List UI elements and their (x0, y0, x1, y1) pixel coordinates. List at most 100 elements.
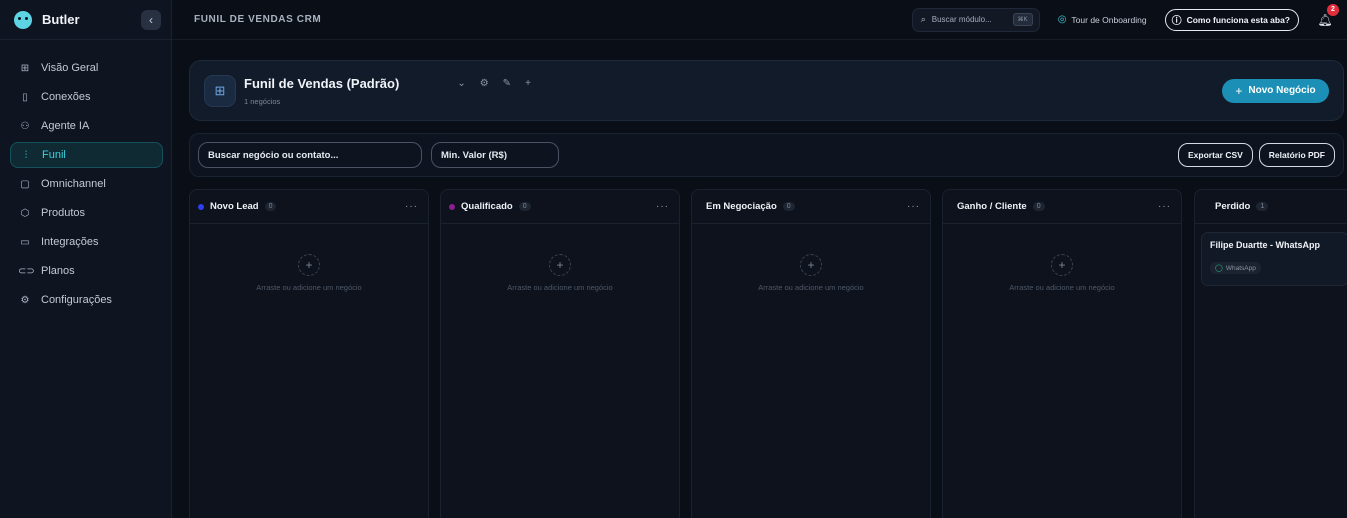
pencil-icon[interactable]: ✎ (503, 78, 511, 89)
column-title: Novo Lead (210, 201, 259, 212)
more-options-icon[interactable]: ··· (1158, 201, 1171, 212)
deal-channel-tag: ◯ WhatsApp (1210, 262, 1261, 274)
tour-label: Tour de Onboarding (1071, 14, 1147, 25)
funnel-name: Funil de Vendas (Padrão) (244, 75, 400, 91)
sidebar-item-conexoes[interactable]: ▯ Conexões (10, 84, 163, 110)
empty-state: + Arraste ou adicione um negócio (441, 254, 679, 292)
sidebar-item-visao-geral[interactable]: ⊞ Visão Geral (10, 55, 163, 81)
deal-search-input[interactable] (198, 142, 422, 168)
column-title: Perdido (1215, 201, 1251, 212)
filter-bar: Exportar CSV Relatório PDF (189, 133, 1344, 177)
sidebar-item-planos[interactable]: ⊂⊃ Planos (10, 258, 163, 284)
module-search-label: Buscar módulo... (931, 15, 992, 24)
column-title: Em Negociação (706, 201, 777, 212)
empty-state-text: Arraste ou adicione um negócio (507, 283, 613, 292)
add-deal-button[interactable]: + (800, 254, 822, 276)
gear-icon: ⚙ (20, 294, 30, 306)
sidebar-item-omnichannel[interactable]: ▢ Omnichannel (10, 171, 163, 197)
report-pdf-button[interactable]: Relatório PDF (1258, 143, 1335, 167)
funnel-tools: ⌄ ⚙ ✎ + (457, 78, 531, 89)
whatsapp-icon: ◯ (1215, 265, 1223, 272)
funnel-titles: Funil de Vendas (Padrão) 1 negócios (244, 76, 399, 106)
column-header: Qualificado 0 ··· (441, 190, 679, 224)
column-header: Perdido 1 (1195, 190, 1347, 224)
add-deal-button[interactable]: + (549, 254, 571, 276)
new-deal-label: Novo Negócio (1248, 85, 1316, 96)
stage-color-dot (198, 203, 204, 210)
empty-state: + Arraste ou adicione um negócio (943, 254, 1181, 292)
sidebar-item-integracoes[interactable]: ▭ Integrações (10, 229, 163, 255)
deal-channel-label: WhatsApp (1225, 264, 1256, 272)
onboarding-tour-link[interactable]: ◎ Tour de Onboarding (1058, 14, 1147, 25)
sidebar-item-produtos[interactable]: ⬡ Produtos (10, 200, 163, 226)
min-value-input[interactable] (431, 142, 559, 168)
column-ganho-cliente: Ganho / Cliente 0 ··· + Arraste ou adici… (942, 189, 1182, 518)
more-options-icon[interactable]: ··· (656, 201, 669, 212)
sidebar-item-label: Omnichannel (41, 178, 106, 190)
more-options-icon[interactable]: ··· (907, 201, 920, 212)
funnel-deal-count: 1 negócios (244, 96, 281, 106)
shortcut-badge: ⌘K (1012, 13, 1033, 26)
sidebar-item-configuracoes[interactable]: ⚙ Configurações (10, 287, 163, 313)
question-icon: ⓘ (1171, 16, 1182, 27)
column-header: Novo Lead 0 ··· (190, 190, 428, 224)
empty-state: + Arraste ou adicione um negócio (190, 254, 428, 292)
sidebar-item-label: Integrações (41, 236, 99, 248)
column-header: Em Negociação 0 ··· (692, 190, 930, 224)
deal-card[interactable]: Filipe Duartte - WhatsApp ◯ WhatsApp (1201, 232, 1347, 286)
collapse-sidebar-button[interactable]: ‹ (141, 9, 161, 30)
notification-count-badge: 2 (1327, 3, 1339, 16)
funnel-bars-icon: ⫶ (24, 149, 28, 161)
kanban-board: Novo Lead 0 ··· + Arraste ou adicione um… (189, 189, 1347, 518)
plus-icon: + (1235, 83, 1243, 98)
empty-state-text: Arraste ou adicione um negócio (1009, 283, 1115, 292)
link-icon: ⊂⊃ (18, 265, 35, 277)
deal-title: Filipe Duartte - WhatsApp (1210, 240, 1320, 250)
module-search-button[interactable]: ⌕ Buscar módulo... ⌘K (911, 7, 1040, 32)
sidebar-item-label: Visão Geral (41, 62, 99, 74)
empty-state-text: Arraste ou adicione um negócio (758, 283, 864, 292)
app-root: Butler ‹ ⊞ Visão Geral ▯ Conexões ⚇ Agen… (0, 0, 1347, 518)
column-count-badge: 0 (264, 202, 277, 211)
column-perdido: Perdido 1 Filipe Duartte - WhatsApp ◯ Wh… (1194, 189, 1347, 518)
sidebar-item-label: Conexões (41, 91, 91, 103)
sidebar-nav: ⊞ Visão Geral ▯ Conexões ⚇ Agente IA ⫶ F… (0, 40, 171, 313)
funnel-header-card: ⊞ Funil de Vendas (Padrão) 1 negócios ⌄ … (189, 60, 1344, 121)
sidebar-item-label: Planos (41, 265, 75, 277)
add-deal-button[interactable]: + (298, 254, 320, 276)
butler-logo-icon (14, 10, 32, 29)
stage-color-dot (449, 203, 455, 210)
chat-icon: ▢ (20, 178, 30, 190)
sidebar-item-label: Agente IA (41, 120, 90, 132)
grid-icon: ⊞ (20, 62, 30, 74)
column-count-badge: 0 (1032, 202, 1045, 211)
page-title: FUNIL DE VENDAS CRM (194, 14, 322, 25)
column-count-badge: 0 (518, 202, 531, 211)
plus-icon[interactable]: + (525, 78, 531, 89)
compass-icon: ◎ (1057, 14, 1067, 25)
notifications-button[interactable]: 🔔︎ 2 (1315, 3, 1339, 30)
help-button[interactable]: ⓘ Como funciona esta aba? (1164, 8, 1299, 31)
robot-icon: ⚇ (20, 120, 30, 132)
column-em-negociacao: Em Negociação 0 ··· + Arraste ou adicion… (691, 189, 931, 518)
column-count-badge: 1 (1256, 202, 1269, 211)
column-title: Qualificado (461, 201, 513, 212)
kanban-grid-icon: ⊞ (204, 74, 236, 107)
chevron-down-icon[interactable]: ⌄ (457, 78, 465, 89)
empty-state: + Arraste ou adicione um negócio (692, 254, 930, 292)
add-deal-button[interactable]: + (1051, 254, 1073, 276)
column-header: Ganho / Cliente 0 ··· (943, 190, 1181, 224)
help-label: Como funciona esta aba? (1186, 14, 1290, 25)
export-csv-button[interactable]: Exportar CSV (1178, 143, 1253, 167)
sidebar-item-funil[interactable]: ⫶ Funil (10, 142, 163, 168)
more-options-icon[interactable]: ··· (405, 201, 418, 212)
column-title: Ganho / Cliente (957, 201, 1027, 212)
column-qualificado: Qualificado 0 ··· + Arraste ou adicione … (440, 189, 680, 518)
sidebar-item-agente-ia[interactable]: ⚇ Agente IA (10, 113, 163, 139)
topbar: FUNIL DE VENDAS CRM ⌕ Buscar módulo... ⌘… (172, 0, 1347, 40)
sidebar-header: Butler ‹ (0, 0, 171, 40)
new-deal-button[interactable]: + Novo Negócio (1222, 78, 1329, 103)
gear-icon[interactable]: ⚙ (480, 78, 489, 89)
sidebar-item-label: Produtos (41, 207, 86, 219)
phone-icon: ▯ (22, 91, 28, 103)
